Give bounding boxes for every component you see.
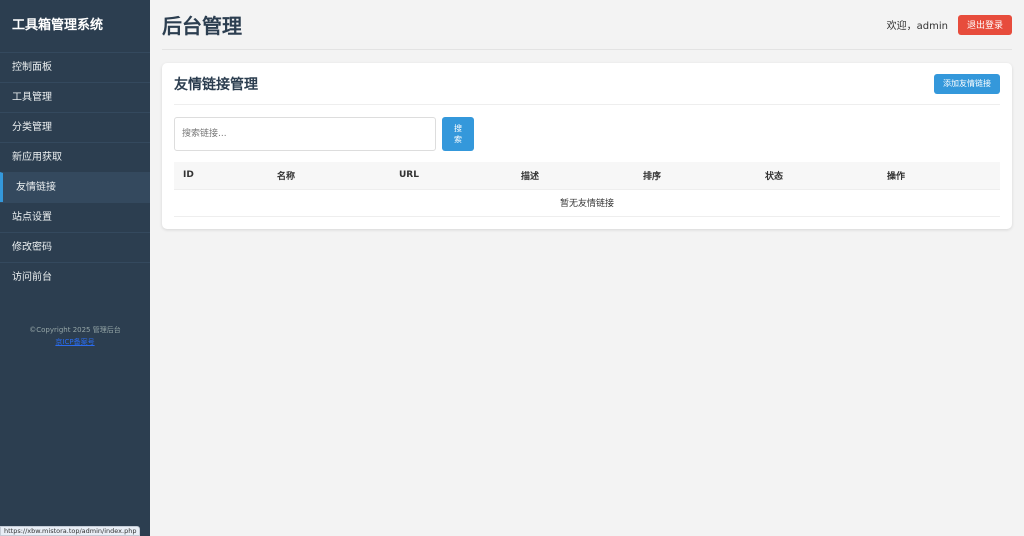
sidebar-item-categories[interactable]: 分类管理: [0, 112, 150, 142]
card-header: 友情链接管理 添加友情链接: [174, 63, 1000, 105]
card-title: 友情链接管理: [174, 76, 258, 93]
header-user-area: 欢迎，admin 退出登录: [886, 14, 1012, 35]
column-header-status: 状态: [756, 162, 878, 190]
friend-links-card: 友情链接管理 添加友情链接 搜 索 ID 名称 URL 描述 排序 状态 操作: [162, 63, 1012, 229]
column-header-name: 名称: [268, 162, 390, 190]
copyright-text: ©Copyright 2025 管理后台: [29, 326, 121, 334]
sidebar-item-tools[interactable]: 工具管理: [0, 82, 150, 112]
welcome-text: 欢迎，admin: [886, 21, 948, 32]
search-button[interactable]: 搜 索: [442, 117, 474, 151]
table-header-row: ID 名称 URL 描述 排序 状态 操作: [174, 162, 1000, 190]
logout-button[interactable]: 退出登录: [957, 14, 1012, 35]
page-title: 后台管理: [162, 14, 242, 38]
search-input[interactable]: [174, 117, 436, 151]
search-button-label: 搜 索: [454, 124, 462, 144]
main-area: 后台管理 欢迎，admin 退出登录 友情链接管理 添加友情链接 搜 索 ID …: [150, 0, 1024, 536]
sidebar-item-friend-links[interactable]: 友情链接: [0, 172, 150, 202]
friend-links-table: ID 名称 URL 描述 排序 状态 操作 暂无友情链接: [174, 162, 1000, 217]
sidebar-item-change-password[interactable]: 修改密码: [0, 232, 150, 262]
column-header-order: 排序: [634, 162, 756, 190]
search-row: 搜 索: [174, 117, 1000, 151]
sidebar-item-site-settings[interactable]: 站点设置: [0, 202, 150, 232]
sidebar-item-visit-frontend[interactable]: 访问前台: [0, 262, 150, 292]
column-header-id: ID: [174, 162, 268, 190]
sidebar-item-dashboard[interactable]: 控制面板: [0, 52, 150, 82]
icp-link[interactable]: 京ICP备案号: [55, 338, 94, 346]
add-friend-link-button[interactable]: 添加友情链接: [934, 73, 1000, 94]
column-header-actions: 操作: [878, 162, 1000, 190]
sidebar-item-new-apps[interactable]: 新应用获取: [0, 142, 150, 172]
column-header-description: 描述: [512, 162, 634, 190]
table-row: 暂无友情链接: [174, 189, 1000, 217]
header: 后台管理 欢迎，admin 退出登录: [162, 0, 1012, 50]
sidebar-menu: 控制面板 工具管理 分类管理 新应用获取 友情链接 站点设置 修改密码 访问前台: [0, 52, 150, 292]
app-title: 工具箱管理系统: [12, 18, 104, 33]
empty-message: 暂无友情链接: [174, 189, 1000, 217]
sidebar: 工具箱管理系统 控制面板 工具管理 分类管理 新应用获取 友情链接 站点设置 修…: [0, 0, 150, 536]
copyright: ©Copyright 2025 管理后台 京ICP备案号: [0, 324, 150, 348]
status-bar-url: https://xbw.mistora.top/admin/index.php: [0, 526, 141, 536]
column-header-url: URL: [390, 162, 512, 190]
